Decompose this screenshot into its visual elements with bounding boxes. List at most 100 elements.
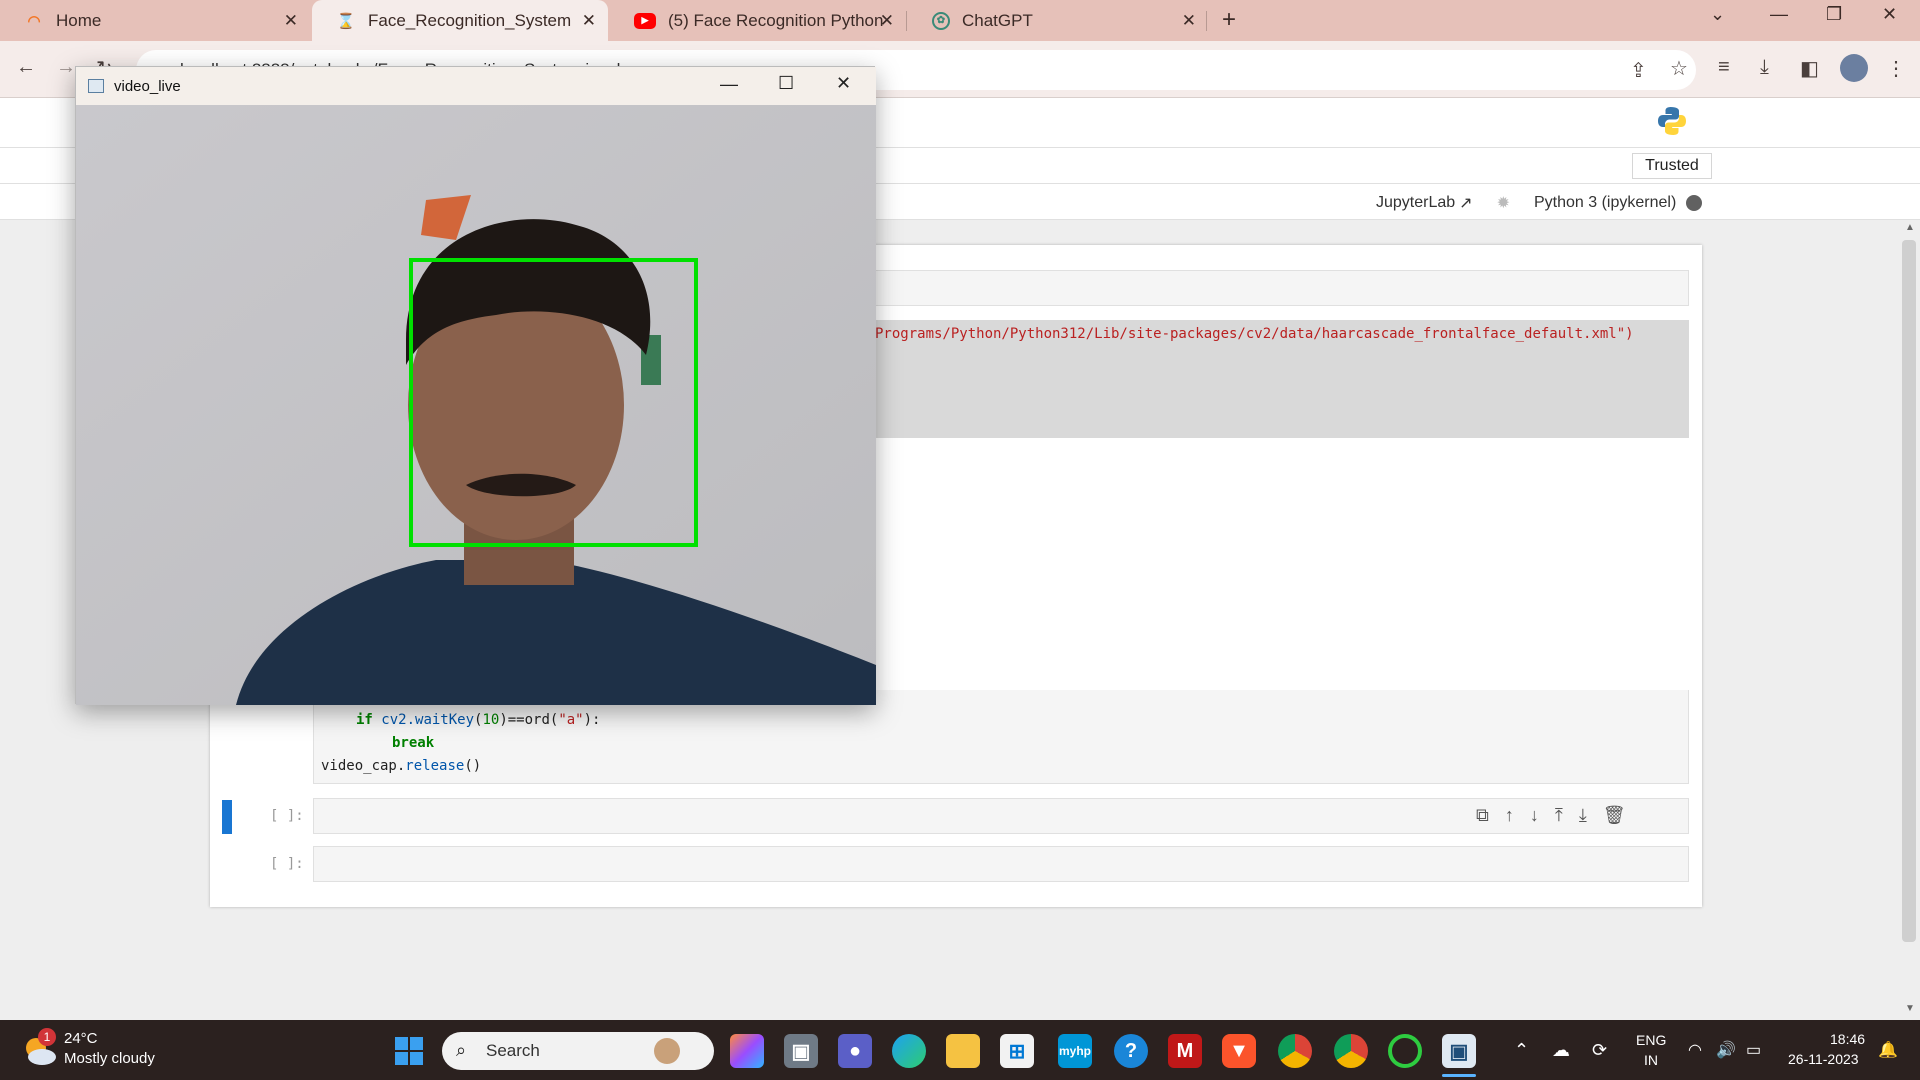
tab-label: Home xyxy=(56,10,102,30)
duplicate-cell-icon[interactable]: ⧉ xyxy=(1476,805,1489,826)
active-cell-indicator xyxy=(222,800,232,834)
move-up-icon[interactable]: ↑ xyxy=(1505,805,1514,826)
cell-prompt: [ ]: xyxy=(270,856,304,872)
download-icon[interactable]: ⤓ xyxy=(1760,56,1769,79)
cell-prompt: [ ]: xyxy=(270,808,304,824)
code-line: if cv2.waitKey(10)==ord("a"): xyxy=(356,712,601,728)
search-placeholder: Search xyxy=(486,1041,540,1060)
close-icon[interactable]: ✕ xyxy=(836,73,851,94)
webcam-image xyxy=(76,105,876,705)
copilot-icon[interactable] xyxy=(730,1034,764,1068)
battery-icon[interactable]: ▭ xyxy=(1746,1040,1761,1060)
window-app-icon xyxy=(88,79,104,93)
hourglass-icon: ⌛ xyxy=(336,12,356,30)
tab-home[interactable]: ◠ Home ✕ xyxy=(0,0,310,41)
bookmark-star-icon[interactable]: ☆ xyxy=(1670,56,1688,81)
task-view-icon[interactable]: ▣ xyxy=(784,1034,818,1068)
external-link-icon: ↗ xyxy=(1459,195,1473,212)
close-window-icon[interactable]: ✕ xyxy=(1882,4,1897,25)
brave-icon[interactable]: ▼ xyxy=(1222,1034,1256,1068)
clock-time[interactable]: 18:46 xyxy=(1830,1031,1865,1047)
kernel-busy-indicator xyxy=(1686,195,1703,211)
tab-face-recognition[interactable]: ⌛ Face_Recognition_System ✕ xyxy=(312,0,608,41)
jupyterlab-link[interactable]: JupyterLab xyxy=(1376,194,1455,212)
output-path-text: Programs/Python/Python312/Lib/site-packa… xyxy=(875,326,1634,342)
active-app-indicator xyxy=(1442,1074,1476,1077)
help-icon[interactable]: ? xyxy=(1114,1034,1148,1068)
kernel-name[interactable]: Python 3 (ipykernel) xyxy=(1534,194,1676,212)
video-live-window[interactable]: video_live — ☐ ✕ xyxy=(75,66,876,705)
onedrive-icon[interactable]: ☁ xyxy=(1552,1040,1570,1061)
media-control-icon[interactable]: ≡ xyxy=(1718,56,1730,79)
tab-separator xyxy=(906,11,907,31)
mcafee-icon[interactable]: M xyxy=(1168,1034,1202,1068)
wifi-icon[interactable]: ◠ xyxy=(1688,1040,1702,1060)
windows-start-icon[interactable] xyxy=(394,1036,424,1066)
forward-icon[interactable]: → xyxy=(56,56,76,79)
loading-app-icon[interactable] xyxy=(1388,1034,1422,1068)
tab-strip: ◠ Home ✕ ⌛ Face_Recognition_System ✕ ▶ (… xyxy=(0,0,1920,41)
youtube-icon: ▶ xyxy=(634,12,656,29)
debugger-icon[interactable]: ✹ xyxy=(1497,193,1510,213)
myhp-icon[interactable]: myhp xyxy=(1058,1034,1092,1068)
tab-label: ChatGPT xyxy=(962,10,1033,30)
video-window-title: video_live xyxy=(114,77,181,95)
search-icon: ⌕ xyxy=(456,1040,467,1060)
python-window-icon[interactable]: ▣ xyxy=(1442,1034,1476,1068)
chatgpt-icon: ✿ xyxy=(932,11,950,30)
back-icon[interactable]: ← xyxy=(16,56,36,79)
chrome-icon[interactable] xyxy=(1334,1034,1368,1068)
tab-chatgpt[interactable]: ✿ ChatGPT ✕ xyxy=(908,0,1208,41)
tab-search-icon[interactable]: ⌄ xyxy=(1710,4,1725,25)
close-icon[interactable]: ✕ xyxy=(582,11,596,31)
python-logo xyxy=(1658,107,1686,135)
scroll-down-icon[interactable]: ▼ xyxy=(1905,1003,1915,1014)
delete-cell-icon[interactable]: 🗑 xyxy=(1603,805,1626,826)
share-icon[interactable]: ⇪ xyxy=(1630,58,1647,83)
weather-temp[interactable]: 24°C xyxy=(64,1030,98,1047)
maximize-icon[interactable]: ☐ xyxy=(778,73,794,94)
minimize-icon[interactable]: — xyxy=(720,74,738,95)
insert-above-icon[interactable]: ⤒ xyxy=(1555,805,1563,826)
edge-icon[interactable] xyxy=(892,1034,926,1068)
taskbar-search[interactable]: ⌕ Search xyxy=(442,1032,714,1070)
weather-desc[interactable]: Mostly cloudy xyxy=(64,1050,155,1067)
volume-icon[interactable]: 🔊 xyxy=(1716,1040,1736,1060)
side-panel-icon[interactable]: ◧ xyxy=(1800,56,1819,81)
jupyter-icon: ◠ xyxy=(27,12,41,30)
tab-separator xyxy=(1206,11,1207,31)
close-icon[interactable]: ✕ xyxy=(880,11,894,31)
microsoft-store-icon[interactable]: ⊞ xyxy=(1000,1034,1034,1068)
webcam-frame xyxy=(76,105,876,705)
minimize-icon[interactable]: — xyxy=(1770,4,1788,25)
insert-below-icon[interactable]: ⤓ xyxy=(1579,805,1587,826)
close-icon[interactable]: ✕ xyxy=(284,11,298,31)
profile-avatar[interactable] xyxy=(1840,54,1868,82)
restore-icon[interactable]: ❐ xyxy=(1826,4,1842,25)
tab-youtube[interactable]: ▶ (5) Face Recognition Python Pro ✕ xyxy=(610,0,906,41)
more-menu-icon[interactable]: ⋮ xyxy=(1886,56,1906,81)
code-line: break xyxy=(392,735,435,751)
empty-code-cell[interactable] xyxy=(313,846,1689,882)
language-bottom[interactable]: IN xyxy=(1644,1052,1658,1068)
move-down-icon[interactable]: ↓ xyxy=(1530,805,1539,826)
cell-toolbar: ⧉ ↑ ↓ ⤒ ⤓ 🗑 xyxy=(1476,805,1626,826)
tab-label: (5) Face Recognition Python Pro xyxy=(668,10,886,30)
close-icon[interactable]: ✕ xyxy=(1182,11,1196,31)
code-line: video_cap.release() xyxy=(321,758,482,774)
show-hidden-icons[interactable]: ⌃ xyxy=(1514,1040,1529,1061)
new-tab-button[interactable]: + xyxy=(1222,6,1236,34)
sync-icon[interactable]: ⟳ xyxy=(1592,1040,1607,1061)
kernel-status: JupyterLab ↗ ✹ Python 3 (ipykernel) xyxy=(1376,193,1703,213)
trusted-badge[interactable]: Trusted xyxy=(1632,153,1712,179)
notebook-scrollbar[interactable] xyxy=(1902,240,1916,942)
notification-bell-icon[interactable]: 🔔 xyxy=(1878,1040,1898,1060)
clock-date[interactable]: 26-11-2023 xyxy=(1788,1051,1859,1067)
teams-icon[interactable]: ● xyxy=(838,1034,872,1068)
file-explorer-icon[interactable] xyxy=(946,1034,980,1068)
scroll-up-icon[interactable]: ▲ xyxy=(1905,222,1915,233)
chrome-icon[interactable] xyxy=(1278,1034,1312,1068)
weather-badge: 1 xyxy=(38,1028,56,1046)
video-window-titlebar[interactable]: video_live — ☐ ✕ xyxy=(76,67,876,105)
language-top[interactable]: ENG xyxy=(1636,1032,1666,1048)
